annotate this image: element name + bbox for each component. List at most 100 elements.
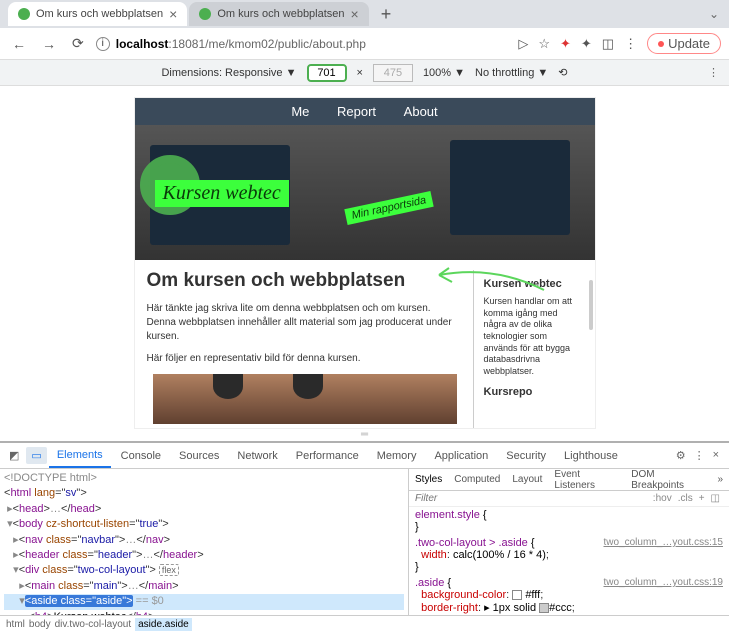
crumb-body[interactable]: body: [29, 619, 55, 630]
aside-p1: Kursen handlar om att komma igång med nå…: [484, 296, 577, 378]
crumb-div[interactable]: div.two-col-layout: [55, 619, 136, 630]
ext-icon[interactable]: ✦: [560, 36, 571, 52]
main-heading: Om kursen och webbplatsen: [147, 270, 463, 292]
style-filter-input[interactable]: [415, 493, 650, 504]
dimensions-label[interactable]: Dimensions: Responsive ▼: [161, 67, 296, 79]
styles-panel: Styles Computed Layout Event Listeners D…: [409, 469, 729, 615]
tab-sources[interactable]: Sources: [171, 443, 227, 468]
elements-tree[interactable]: <!DOCTYPE html> <html lang="sv"> ▸<head>…: [0, 469, 409, 615]
page-viewport: Me Report About Kursen webtec Min rappor…: [0, 86, 729, 428]
hero-title: Kursen webtec: [155, 180, 289, 207]
devtools-menu-icon[interactable]: ⋮: [694, 449, 705, 462]
viewport-width-input[interactable]: [307, 64, 347, 82]
menu-icon[interactable]: ⋮: [624, 36, 637, 52]
device-toolbar: Dimensions: Responsive ▼ × 100% ▼ No thr…: [0, 60, 729, 86]
page-frame: Me Report About Kursen webtec Min rappor…: [135, 98, 595, 428]
back-button[interactable]: ←: [8, 34, 30, 54]
selected-node[interactable]: ▾<aside class="aside"> == $0: [4, 594, 404, 609]
star-icon[interactable]: ☆: [538, 36, 550, 52]
panel-icon[interactable]: ◫: [602, 36, 614, 52]
main-p1: Här tänkte jag skriva lite om denna webb…: [147, 302, 463, 344]
style-filter-row: :hov .cls + ◫: [409, 491, 729, 507]
aside-h2: Kursrepo: [484, 386, 577, 398]
rotate-icon[interactable]: ⟲: [558, 66, 567, 79]
nav-bar: ← → ⟳ i localhost:18081/me/kmom02/public…: [0, 28, 729, 60]
zoom-select[interactable]: 100% ▼: [423, 67, 465, 79]
subtab-more-icon[interactable]: »: [711, 474, 729, 485]
settings-icon[interactable]: ⚙: [676, 449, 686, 462]
resize-handle-icon[interactable]: ═: [0, 428, 729, 441]
annotation-arrow-icon: [424, 260, 554, 300]
hov-toggle[interactable]: :hov: [650, 493, 675, 504]
url-port: :18081: [168, 37, 205, 51]
close-icon[interactable]: ×: [169, 6, 177, 22]
styles-subtabs: Styles Computed Layout Event Listeners D…: [409, 469, 729, 491]
subtab-computed[interactable]: Computed: [448, 474, 506, 485]
hero-label: Min rapportsida: [344, 191, 433, 225]
device-toggle-icon[interactable]: ▭: [26, 447, 46, 464]
add-rule-button[interactable]: +: [696, 493, 708, 504]
page-navbar: Me Report About: [135, 98, 595, 125]
nav-link-about[interactable]: About: [392, 104, 450, 119]
crumb-aside[interactable]: aside.aside: [135, 618, 192, 631]
device-menu-icon[interactable]: ⋮: [708, 66, 719, 79]
devtools-panel: ◩ ▭ Elements Console Sources Network Per…: [0, 441, 729, 633]
share-icon[interactable]: ▷: [518, 36, 528, 52]
nav-link-report[interactable]: Report: [325, 104, 388, 119]
style-source-link[interactable]: two_column_…yout.css:19: [603, 577, 723, 588]
info-icon[interactable]: i: [96, 37, 110, 51]
close-icon[interactable]: ×: [351, 6, 359, 22]
subtab-event[interactable]: Event Listeners: [548, 469, 625, 491]
main-p2: Här följer en representativ bild för den…: [147, 352, 463, 366]
url-bar[interactable]: i localhost:18081/me/kmom02/public/about…: [96, 37, 511, 51]
forward-button[interactable]: →: [38, 34, 60, 54]
url-host: localhost: [116, 37, 169, 51]
tab-bar: Om kurs och webbplatsen × Om kurs och we…: [0, 0, 729, 28]
puzzle-icon[interactable]: ✦: [581, 36, 592, 52]
extension-icons: ▷ ☆ ✦ ✦ ◫ ⋮ Update: [518, 33, 721, 54]
style-source-link[interactable]: two_column_…yout.css:15: [603, 537, 723, 548]
nav-link-me[interactable]: Me: [279, 104, 321, 119]
devtools-tabs: ◩ ▭ Elements Console Sources Network Per…: [0, 443, 729, 469]
tab-memory[interactable]: Memory: [369, 443, 425, 468]
favicon-icon: [18, 8, 30, 20]
representative-image: [153, 374, 457, 424]
tab-title: Om kurs och webbplatsen: [36, 8, 163, 20]
doctype-node[interactable]: <!DOCTYPE html>: [4, 471, 404, 486]
browser-tab-1[interactable]: Om kurs och webbplatsen ×: [189, 2, 368, 26]
main-column: Om kursen och webbplatsen Här tänkte jag…: [147, 270, 463, 428]
url-path: /me/kmom02/public/about.php: [205, 37, 366, 51]
crumb-html[interactable]: html: [6, 619, 29, 630]
tab-network[interactable]: Network: [229, 443, 285, 468]
viewport-height-input[interactable]: [373, 64, 413, 82]
tab-security[interactable]: Security: [498, 443, 554, 468]
tab-elements[interactable]: Elements: [49, 443, 111, 468]
favicon-icon: [199, 8, 211, 20]
hero-image: Kursen webtec Min rapportsida: [135, 125, 595, 260]
two-col-layout: Om kursen och webbplatsen Här tänkte jag…: [135, 260, 595, 428]
subtab-styles[interactable]: Styles: [409, 474, 448, 485]
tab-performance[interactable]: Performance: [288, 443, 367, 468]
browser-tab-0[interactable]: Om kurs och webbplatsen ×: [8, 2, 187, 26]
scrollbar[interactable]: [589, 280, 593, 330]
tab-console[interactable]: Console: [113, 443, 169, 468]
tab-lighthouse[interactable]: Lighthouse: [556, 443, 626, 468]
close-devtools-icon[interactable]: ×: [713, 449, 719, 462]
new-tab-button[interactable]: +: [371, 4, 402, 25]
chrome-caret-icon[interactable]: ⌄: [709, 7, 729, 21]
browser-chrome: Om kurs och webbplatsen × Om kurs och we…: [0, 0, 729, 86]
tab-application[interactable]: Application: [426, 443, 496, 468]
breadcrumb[interactable]: html body div.two-col-layout aside.aside: [0, 615, 729, 633]
panel-icon[interactable]: ◫: [708, 493, 723, 504]
subtab-layout[interactable]: Layout: [506, 474, 548, 485]
update-button[interactable]: Update: [647, 33, 721, 54]
aside-column: Kursen webtec Kursen handlar om att komm…: [473, 270, 583, 428]
inspect-icon[interactable]: ◩: [4, 447, 24, 464]
dim-separator: ×: [357, 67, 363, 79]
cls-toggle[interactable]: .cls: [675, 493, 696, 504]
style-rules[interactable]: element.style {} two_column_…yout.css:15…: [409, 507, 729, 615]
subtab-dom[interactable]: DOM Breakpoints: [625, 469, 711, 491]
throttle-select[interactable]: No throttling ▼: [475, 67, 548, 79]
tab-title: Om kurs och webbplatsen: [217, 8, 344, 20]
reload-button[interactable]: ⟳: [68, 33, 88, 54]
